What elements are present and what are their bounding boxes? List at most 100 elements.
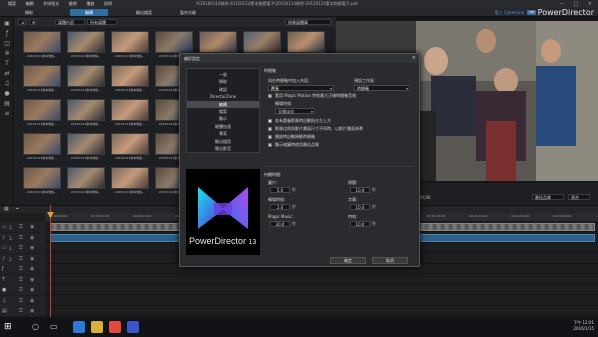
media-content-dropdown[interactable]: 媒體內容 [55,19,85,25]
menu-help[interactable]: 說明 [104,0,112,8]
media-thumbnail[interactable]: 20150124素本物館... [23,167,61,194]
lock-icon[interactable]: ⚿ [19,298,23,304]
visibility-icon[interactable]: ◉ [30,235,34,241]
start-icon[interactable]: ⊞ [4,321,16,333]
system-clock[interactable]: 下午 12:01 2016/1/15 [573,320,594,332]
option-2-checkbox[interactable] [268,126,272,131]
title-room-icon[interactable]: T [3,60,11,67]
visibility-icon[interactable]: ◉ [30,277,34,283]
cancel-button[interactable]: 取消 [372,257,408,264]
fx-room-icon[interactable]: ƒ [3,30,11,37]
lock-icon[interactable]: ⚿ [19,235,23,241]
visibility-icon[interactable]: ◉ [30,287,34,293]
playhead[interactable] [50,205,51,317]
subtitle-duration-input[interactable]: 10.0 [350,204,370,210]
close-icon[interactable]: × [412,54,416,63]
lock-icon[interactable]: ⚿ [19,245,23,251]
pip-room-icon[interactable]: ◫ [3,40,11,47]
lock-icon[interactable]: ⚿ [19,287,23,293]
media-thumbnail[interactable]: 20150124素本物館... [23,65,61,92]
menu-play[interactable]: 播放 [86,0,94,8]
media-thumbnail[interactable]: 20150124素本物館... [23,31,61,58]
title-duration-input[interactable]: 10.0 [350,187,370,193]
subtitle-room-icon[interactable]: ≡ [3,110,11,117]
visibility-icon[interactable]: ◉ [30,245,34,251]
option-4-checkbox[interactable] [268,142,272,147]
window-controls[interactable]: − □ × [560,0,596,8]
lock-icon[interactable]: ⚿ [19,308,23,314]
powerdirector-taskbar-icon[interactable] [127,321,139,333]
visibility-icon[interactable]: ◉ [30,298,34,304]
media-thumbnail[interactable]: 20150124素本物館... [111,167,149,194]
visibility-icon[interactable]: ◉ [30,266,34,272]
tab-capture[interactable]: 擷取 [12,9,46,16]
tab-edit[interactable]: 編輯 [70,9,108,16]
media-thumbnail[interactable]: 20150124素本物館... [23,99,61,126]
menu-view[interactable]: 檢視 [69,0,77,8]
magic-music-input[interactable]: 30.0 [270,221,290,227]
category-item[interactable]: 硬體加速 [187,123,259,130]
timeline-track[interactable]: ● ⚿ ◉ [0,285,598,295]
category-item[interactable]: 專案 [187,130,259,137]
default-track-select[interactable]: 時間軸 [354,85,410,91]
lock-icon[interactable]: ⚿ [19,266,23,272]
timeline-track[interactable]: ▤ ⚿ ◉ [0,306,598,316]
media-thumbnail[interactable]: 20150124素本物館... [67,133,105,160]
plugin-icon[interactable]: ⚙ [29,19,37,25]
file-explorer-icon[interactable] [91,321,103,333]
category-item[interactable]: 確認 [187,86,259,93]
transition-select[interactable]: 交錯淡化 [275,108,315,114]
quality-dropdown[interactable]: 最佳品質 [532,194,564,200]
task-view-icon[interactable]: ▭ [50,321,62,333]
tab-produce[interactable]: 輸出檔案 [124,9,164,16]
media-thumbnail[interactable]: 20150124素本物館... [67,65,105,92]
category-item[interactable]: 顯示 [187,115,259,122]
menu-plugins[interactable]: 外掛程式 [43,0,59,8]
menu-edit[interactable]: 編輯 [26,0,34,8]
audio-room-icon[interactable]: ♫ [3,80,11,87]
search-input[interactable]: 搜尋媒體庫 [285,19,331,25]
media-thumbnail[interactable]: 20150124素本物館... [67,167,105,194]
import-icon[interactable]: ⇲ [18,19,26,25]
media-thumbnail[interactable]: 20150124素本物館... [111,133,149,160]
category-item[interactable]: 檔案 [187,108,259,115]
media-thumbnail[interactable]: 20150124素本物館... [111,65,149,92]
particle-room-icon[interactable]: ✲ [3,50,11,57]
edge-icon[interactable] [73,321,85,333]
snap-icon[interactable]: ⌖ [16,206,19,212]
magic-motion-checkbox[interactable] [268,93,272,98]
media-thumbnail[interactable]: 20150124素本物館... [67,31,105,58]
media-thumbnail[interactable]: 20150124素本物館... [67,99,105,126]
chrome-icon[interactable] [109,321,121,333]
effect-duration-input[interactable]: 10.0 [350,221,370,227]
visibility-icon[interactable]: ◉ [30,224,34,230]
menu-file[interactable]: 檔案 [8,0,16,8]
option-1-checkbox[interactable] [268,119,272,123]
voice-room-icon[interactable]: ● [3,90,11,97]
track-manager-icon[interactable]: ▦ [4,206,9,212]
media-thumbnail[interactable]: 20150124素本物館... [111,99,149,126]
lock-icon[interactable]: ⚿ [19,277,23,283]
insert-mode-select[interactable]: 覆蓋 [268,85,334,91]
option-3-checkbox[interactable] [268,134,272,139]
filter-dropdown[interactable]: 所有媒體 [87,19,117,25]
lock-icon[interactable]: ⚿ [19,224,23,230]
media-thumbnail[interactable]: 20150124素本物館... [111,31,149,58]
ok-button[interactable]: 確定 [330,257,366,264]
transition-duration-input[interactable]: 2.0 [270,204,290,210]
visibility-icon[interactable]: ◉ [30,256,34,262]
image-duration-input[interactable]: 5.0 [270,187,290,193]
lock-icon[interactable]: ⚿ [19,256,23,262]
media-thumbnail[interactable]: 20150124素本物館... [23,133,61,160]
category-item[interactable]: DirectorZone [187,93,259,100]
timeline-track[interactable]: T ⚿ ◉ [0,274,598,285]
category-item[interactable]: 匯出影音 [187,145,259,152]
media-room-icon[interactable]: ▣ [3,20,11,27]
zoom-dropdown[interactable]: 適合 [568,194,590,200]
search-icon[interactable]: ○ [32,321,44,333]
app-badge[interactable]: APP [527,10,536,15]
visibility-icon[interactable]: ◉ [30,308,34,314]
chapter-room-icon[interactable]: ▤ [3,100,11,107]
category-item[interactable]: 一般 [187,71,259,78]
category-item[interactable]: 擷取 [187,78,259,85]
